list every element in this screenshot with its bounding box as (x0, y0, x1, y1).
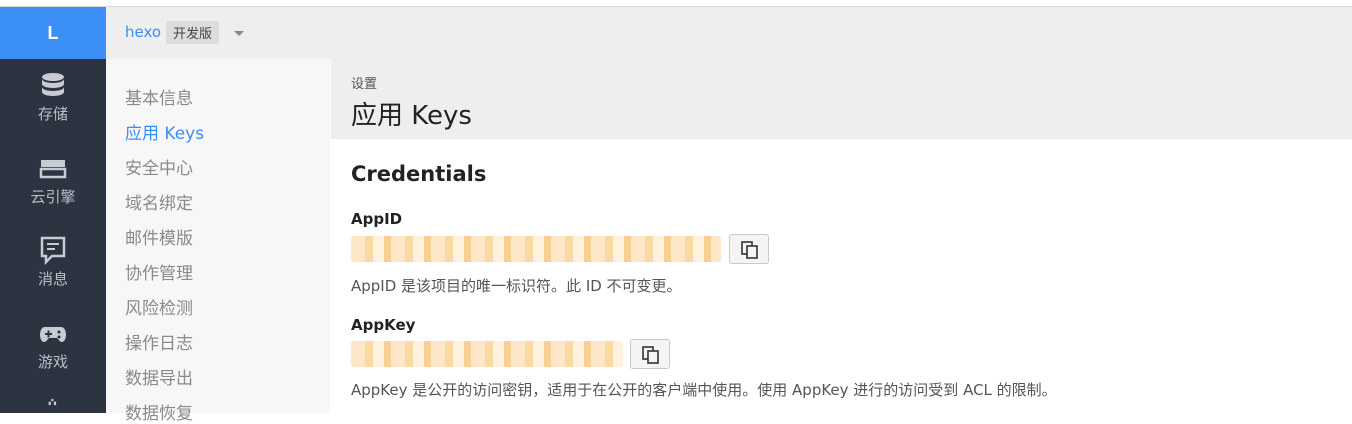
appkey-value-masked[interactable] (351, 341, 623, 367)
menu-item-app-keys[interactable]: 应用 Keys (125, 119, 204, 144)
main-nav-rail: L 存储 云引擎 消息 游戏 (0, 7, 106, 413)
copy-appkey-button[interactable] (630, 339, 670, 369)
appid-help-text: AppID 是该项目的唯一标识符。此 ID 不可变更。 (351, 277, 682, 295)
rail-item-more[interactable] (0, 399, 106, 413)
menu-item-data-export[interactable]: 数据导出 (125, 364, 193, 389)
menu-item-basic-info[interactable]: 基本信息 (125, 84, 193, 109)
rail-item-messages[interactable]: 消息 (0, 234, 106, 289)
appkey-label: AppKey (351, 316, 416, 334)
gamepad-icon (40, 327, 66, 342)
rail-item-label: 云引擎 (30, 188, 76, 206)
page-header: 设置 应用 Keys (331, 59, 1352, 139)
rail-item-label: 存储 (37, 105, 68, 123)
app-logo[interactable]: L (0, 7, 106, 59)
page-title: 应用 Keys (351, 101, 472, 131)
copy-icon (741, 241, 758, 259)
menu-item-collaboration[interactable]: 协作管理 (125, 259, 193, 284)
breadcrumb: 设置 (351, 77, 378, 92)
menu-item-security[interactable]: 安全中心 (125, 154, 193, 179)
plan-badge: 开发版 (166, 21, 220, 44)
server-icon (39, 160, 67, 179)
menu-item-domain-binding[interactable]: 域名绑定 (125, 189, 193, 214)
message-icon (40, 236, 66, 266)
credentials-panel: Credentials AppID AppID 是该项目的唯一标识符。此 ID … (331, 139, 1352, 413)
settings-menu: 基本信息 应用 Keys 安全中心 域名绑定 邮件模版 协作管理 风险检测 操作… (106, 59, 330, 424)
database-icon (42, 73, 64, 96)
rail-item-storage[interactable]: 存储 (0, 69, 106, 124)
menu-item-email-templates[interactable]: 邮件模版 (125, 224, 193, 249)
rail-item-games[interactable]: 游戏 (0, 317, 106, 372)
copy-icon (642, 346, 659, 364)
grid-icon (48, 399, 57, 406)
menu-item-operation-log[interactable]: 操作日志 (125, 329, 193, 354)
appkey-help-text: AppKey 是公开的访问密钥，适用于在公开的客户端中使用。使用 AppKey … (351, 381, 1057, 399)
window-top-border (0, 0, 1352, 7)
menu-item-data-restore[interactable]: 数据恢复 (125, 399, 193, 424)
rail-item-cloud-engine[interactable]: 云引擎 (0, 152, 106, 207)
app-switcher-bar: hexo 开发版 (106, 7, 1352, 59)
chevron-down-icon[interactable] (234, 31, 244, 36)
copy-appid-button[interactable] (729, 234, 769, 264)
rail-item-label: 游戏 (37, 353, 68, 371)
section-title: Credentials (351, 162, 487, 186)
appid-label: AppID (351, 210, 403, 228)
menu-item-risk-detection[interactable]: 风险检测 (125, 294, 193, 319)
rail-item-label: 消息 (37, 270, 68, 288)
appid-value-masked[interactable] (351, 236, 721, 262)
app-name-link[interactable]: hexo (125, 23, 161, 41)
